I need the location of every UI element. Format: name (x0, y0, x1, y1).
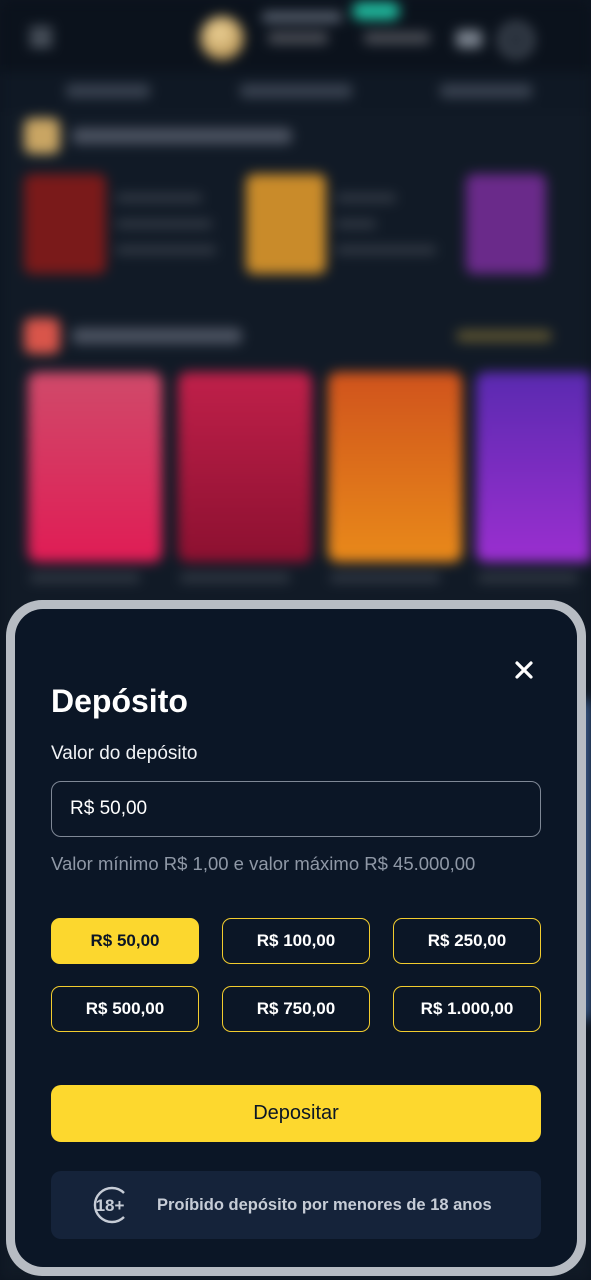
balance-placeholder (268, 32, 328, 44)
profile-icon (498, 22, 534, 58)
text-placeholder (30, 574, 140, 582)
quick-amount-options: R$ 50,00 R$ 100,00 R$ 250,00 R$ 500,00 R… (51, 918, 541, 1032)
tab-placeholder (240, 84, 352, 98)
game-thumbnail (466, 174, 546, 274)
game-card (476, 372, 591, 562)
tab-placeholder (66, 84, 150, 98)
status-badge (352, 2, 400, 20)
bonus-placeholder (364, 32, 430, 44)
text-placeholder (116, 194, 202, 202)
username-placeholder (262, 12, 342, 22)
deposit-modal: Depósito Valor do depósito Valor mínimo … (15, 609, 577, 1267)
text-placeholder (336, 220, 376, 228)
text-placeholder (336, 194, 396, 202)
quick-amount-50[interactable]: R$ 50,00 (51, 918, 199, 964)
age-badge-number: 18+ (96, 1196, 125, 1215)
age-18-plus-icon: 18+ (93, 1186, 125, 1224)
avatar (200, 16, 244, 60)
modal-title: Depósito (51, 683, 188, 719)
deposit-amount-label: Valor do depósito (51, 743, 198, 764)
section-icon (24, 318, 60, 354)
text-placeholder (336, 246, 436, 254)
quick-amount-500[interactable]: R$ 500,00 (51, 986, 199, 1032)
see-all-placeholder (456, 330, 552, 342)
menu-icon (30, 28, 52, 46)
quick-amount-750[interactable]: R$ 750,00 (222, 986, 370, 1032)
age-notice-text: Proíbido depósito por menores de 18 anos (157, 1195, 492, 1214)
section-title (72, 128, 292, 144)
quick-amount-100[interactable]: R$ 100,00 (222, 918, 370, 964)
text-placeholder (330, 574, 440, 582)
game-card (178, 372, 312, 562)
top-bar (0, 0, 591, 72)
game-thumbnail (24, 174, 106, 274)
deposit-button[interactable]: Depositar (51, 1085, 541, 1142)
close-button[interactable] (511, 657, 537, 683)
close-icon (515, 661, 533, 679)
quick-amount-250[interactable]: R$ 250,00 (393, 918, 541, 964)
text-placeholder (180, 574, 290, 582)
game-card (28, 372, 162, 562)
text-placeholder (478, 574, 578, 582)
game-thumbnail (246, 174, 326, 274)
deposit-modal-frame: Depósito Valor do depósito Valor mínimo … (6, 600, 586, 1276)
section-icon (24, 118, 60, 154)
text-placeholder (116, 246, 216, 254)
deposit-limits-text: Valor mínimo R$ 1,00 e valor máximo R$ 4… (51, 853, 476, 874)
wallet-icon (456, 30, 482, 48)
text-placeholder (116, 220, 212, 228)
tab-placeholder (440, 84, 532, 98)
quick-amount-1000[interactable]: R$ 1.000,00 (393, 986, 541, 1032)
age-restriction-notice: 18+ Proíbido depósito por menores de 18 … (51, 1171, 541, 1239)
deposit-amount-input[interactable] (51, 781, 541, 837)
section-title (72, 328, 242, 344)
game-card (328, 372, 462, 562)
